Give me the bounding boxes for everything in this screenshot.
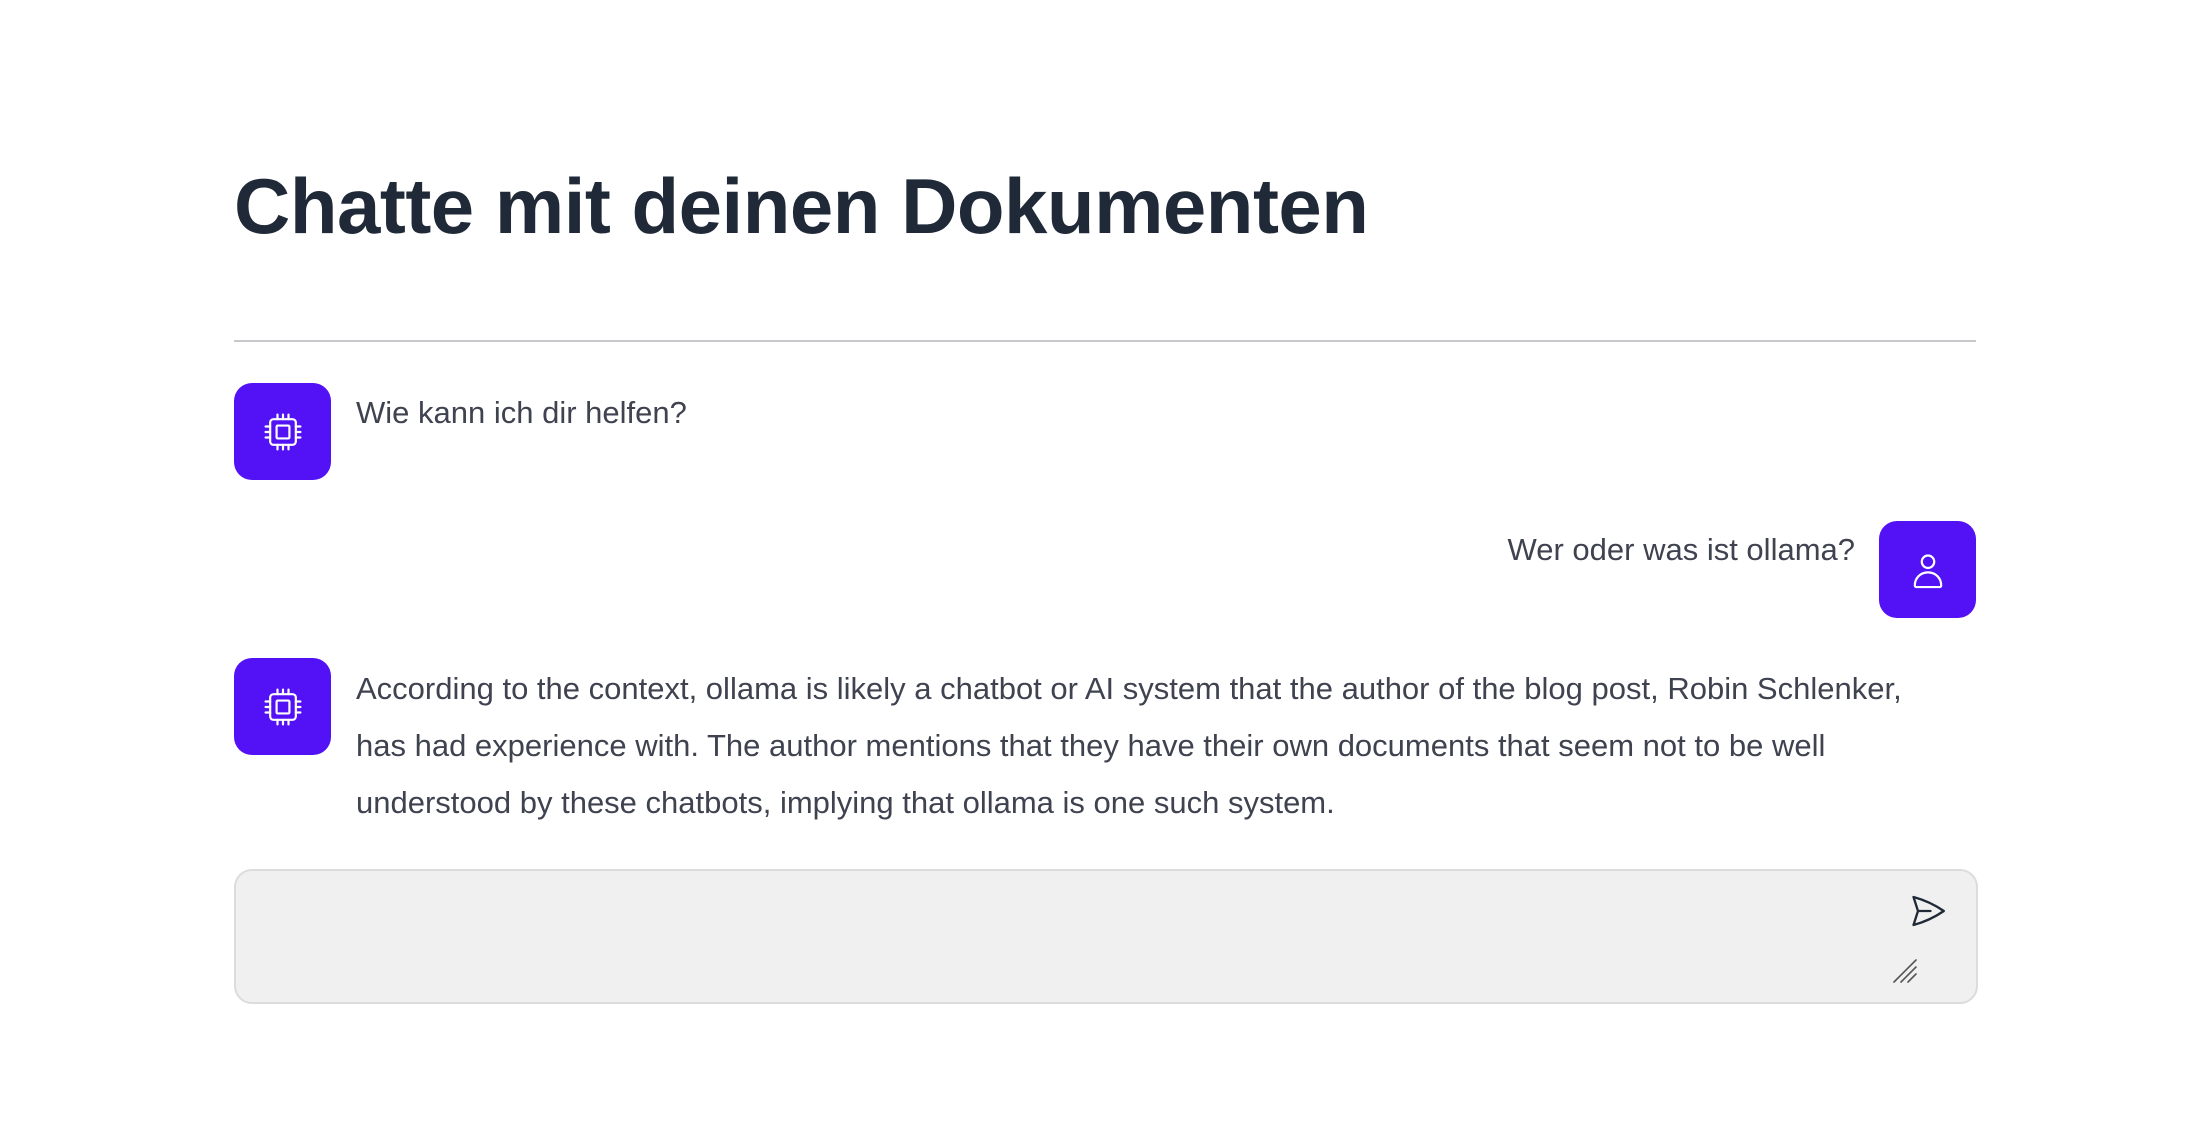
resize-handle-icon[interactable] (1890, 956, 1920, 986)
message-text: Wer oder was ist ollama? (1507, 532, 1855, 567)
send-button[interactable] (1906, 889, 1950, 933)
paper-airplane-icon (1912, 895, 1945, 927)
message-composer (234, 869, 1978, 1004)
message-input[interactable] (258, 889, 1882, 983)
title-divider (234, 340, 1976, 342)
cpu-chip-icon (263, 687, 302, 726)
page-title: Chatte mit deinen Dokumenten (234, 162, 1369, 250)
assistant-avatar (234, 658, 331, 755)
message-text: Wie kann ich dir helfen? (356, 395, 687, 430)
message-text: According to the context, ollama is like… (356, 671, 1902, 820)
cpu-chip-icon (263, 412, 302, 451)
user-icon (1913, 553, 1942, 588)
assistant-avatar (234, 383, 331, 480)
user-avatar (1879, 521, 1976, 618)
